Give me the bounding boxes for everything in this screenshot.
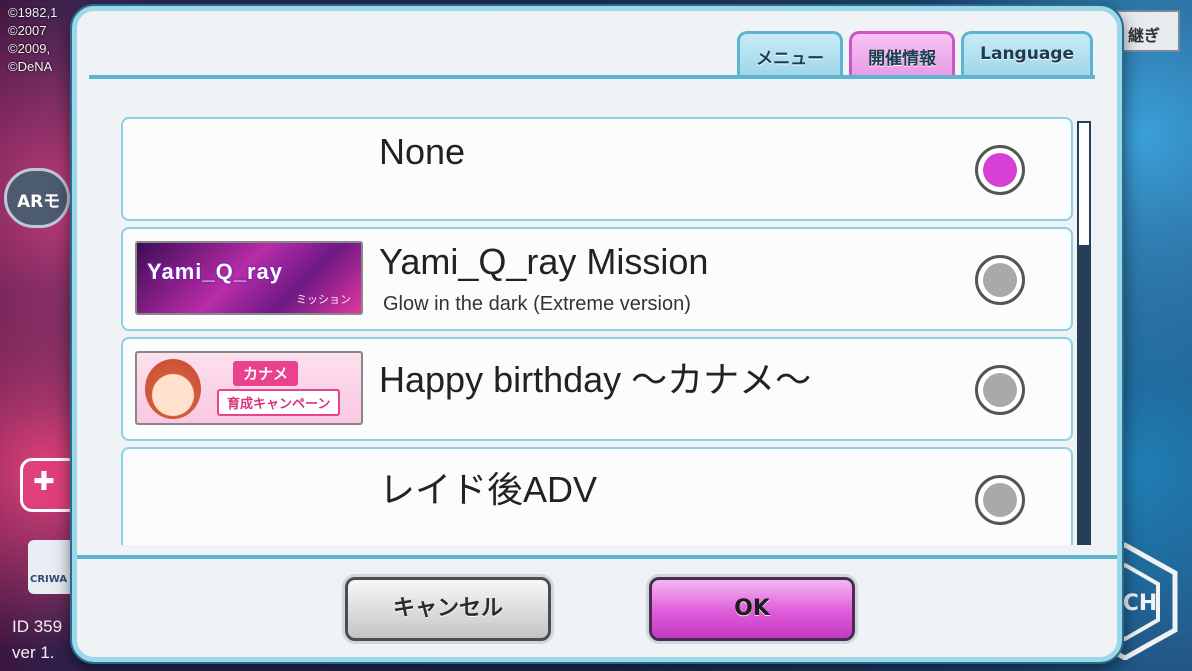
scrollbar-thumb[interactable]: [1079, 245, 1089, 543]
tab-event-info[interactable]: 開催情報: [849, 31, 956, 77]
event-subtitle: Glow in the dark (Extreme version): [383, 293, 691, 315]
tab-bar: メニュー 開催情報 Language: [737, 31, 1093, 79]
event-thumbnail: カナメ 育成キャンペーン: [135, 351, 363, 425]
radio-button[interactable]: [975, 145, 1025, 195]
event-title: Happy birthday ～カナメ～: [379, 359, 812, 400]
tab-menu[interactable]: メニュー: [737, 31, 844, 77]
character-icon: [145, 359, 201, 419]
event-list[interactable]: None Yami_Q_ray ミッション Yami_Q_ray Mission…: [121, 117, 1073, 545]
event-thumbnail: Yami_Q_ray ミッション: [135, 241, 363, 315]
ar-mode-button[interactable]: ARモ: [4, 168, 70, 228]
event-info-dialog: メニュー 開催情報 Language None Yami_Q_ray ミッション…: [72, 6, 1122, 662]
list-item-raid-adv[interactable]: レイド後ADV: [121, 447, 1073, 545]
radio-button[interactable]: [975, 365, 1025, 415]
list-scrollbar[interactable]: [1077, 121, 1091, 545]
event-title: Yami_Q_ray Mission: [379, 241, 709, 282]
radio-button[interactable]: [975, 255, 1025, 305]
tab-divider: [89, 75, 1095, 79]
player-id-text: ID 359 ver 1.: [12, 617, 63, 662]
list-item-none[interactable]: None: [121, 117, 1073, 221]
footer-divider: [77, 555, 1117, 559]
gamepad-icon[interactable]: ✚: [20, 458, 80, 512]
copyright-text: ©1982,1 ©2007 ©2009, ©DeNA: [8, 5, 58, 74]
list-item-happy-birthday[interactable]: カナメ 育成キャンペーン Happy birthday ～カナメ～: [121, 337, 1073, 441]
cancel-button[interactable]: キャンセル: [345, 577, 551, 641]
ok-button[interactable]: OK: [649, 577, 855, 641]
event-title: None: [379, 131, 466, 172]
radio-button[interactable]: [975, 475, 1025, 525]
event-title: レイド後ADV: [379, 469, 598, 510]
criware-logo: CRIWA: [28, 540, 78, 594]
tab-language[interactable]: Language: [961, 31, 1093, 77]
list-item-yami-q-ray[interactable]: Yami_Q_ray ミッション Yami_Q_ray Mission Glow…: [121, 227, 1073, 331]
